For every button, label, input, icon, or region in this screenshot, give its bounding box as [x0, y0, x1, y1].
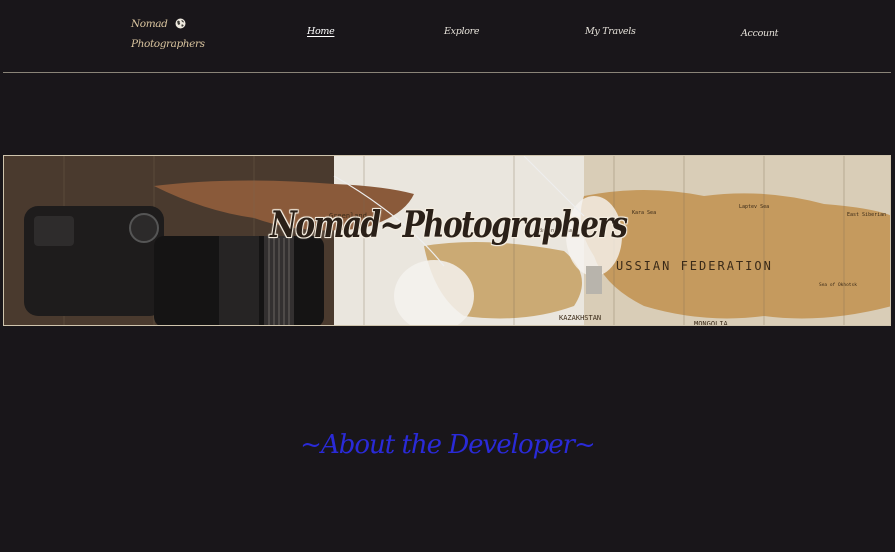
navbar: Nomad Photographers Home Explore My Trav…	[0, 0, 895, 73]
nav-home-link[interactable]: Home	[307, 26, 335, 37]
nav-my-travels-link[interactable]: My Travels	[585, 26, 636, 37]
globe-icon	[175, 18, 186, 29]
brand-logo[interactable]: Nomad Photographers	[131, 14, 205, 54]
nav-account-link[interactable]: Account	[741, 28, 778, 39]
svg-text:KAZAKHSTAN: KAZAKHSTAN	[559, 314, 601, 322]
brand-name-first: Nomad	[131, 18, 168, 30]
svg-text:Kara Sea: Kara Sea	[632, 210, 656, 216]
svg-text:Sea of Okhotsk: Sea of Okhotsk	[819, 282, 857, 288]
svg-text:USSIAN FEDERATION: USSIAN FEDERATION	[616, 259, 773, 273]
brand-line-1: Nomad	[131, 14, 201, 34]
navbar-divider	[3, 72, 891, 73]
hero-title: Nomad~Photographers	[270, 204, 628, 246]
about-developer-heading: ~About the Developer~	[300, 430, 596, 460]
svg-text:MONGOLIA: MONGOLIA	[694, 320, 729, 326]
brand-name-second: Photographers	[131, 38, 205, 50]
svg-text:Laptev Sea: Laptev Sea	[739, 204, 769, 210]
svg-text:East Siberian: East Siberian	[847, 212, 886, 218]
nav-explore-link[interactable]: Explore	[444, 26, 480, 37]
